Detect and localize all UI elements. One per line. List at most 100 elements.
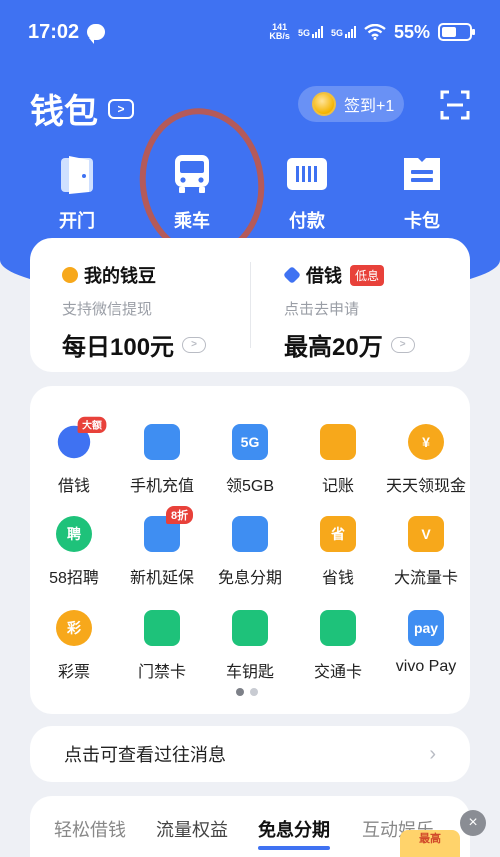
network-speed: 141 KB/s [269, 23, 290, 41]
battery-icon [438, 23, 475, 41]
promo-badge: 大额 [77, 416, 107, 433]
loan-title: 借钱 [306, 266, 342, 286]
scan-icon[interactable] [440, 90, 470, 120]
icon-glyph: V [421, 526, 431, 542]
service-label: 借钱 [57, 478, 90, 495]
quick-action-label: 开门 [59, 211, 95, 231]
tab-easy-loan[interactable]: 轻松借钱 [54, 816, 126, 842]
divider [250, 262, 251, 348]
quick-action-label: 卡包 [404, 211, 440, 231]
low-interest-badge: 低息 [350, 264, 385, 286]
door-icon [61, 156, 93, 194]
loan-value: 最高20万 [284, 334, 383, 361]
promo-text: 最高 [419, 833, 441, 845]
beans-value: 每日100元 [62, 334, 175, 361]
status-bar: 17:02 141 KB/s 5G 5G 55% [0, 0, 500, 64]
service-label: 新机延保 [129, 570, 194, 587]
icon-glyph: 彩 [67, 620, 81, 636]
services-grid: 大额 借钱 手机充值 5G 领5GB 记账 ¥ 天天领现金聘 58招聘 8折 新机延保 免息分期省省钱… [30, 386, 470, 714]
service-label: 省钱 [321, 570, 354, 587]
service-label: 58招聘 [49, 570, 99, 587]
balance-card: 我的钱豆 支持微信提现 每日100元 > 借钱 低息 点击去申请 最高20万 > [30, 238, 470, 372]
battery-percent: 55% [393, 21, 430, 42]
service-item[interactable]: 大额借钱 [30, 416, 118, 496]
service-item[interactable]: 5G 领5GB [206, 424, 294, 496]
service-label: 车钥匙 [225, 664, 274, 681]
wifi-icon [364, 24, 386, 40]
tab-data-benefits[interactable]: 流量权益 [156, 816, 228, 842]
service-label: 天天领现金 [385, 478, 466, 495]
signin-button[interactable]: 签到+1 [298, 86, 404, 122]
vivo-pay-icon: pay [408, 610, 444, 646]
signal-sim2-icon: 5G [331, 26, 356, 38]
net-speed-unit: KB/s [269, 31, 290, 41]
message-history-bar[interactable]: 点击可查看过往消息 › [30, 726, 470, 782]
loan-icon: 大额 [57, 416, 107, 459]
loan-section[interactable]: 借钱 低息 点击去申请 最高20万 > [282, 262, 415, 362]
signin-label: 签到+1 [344, 98, 395, 115]
service-item[interactable]: V 大流量卡 [382, 516, 470, 588]
service-label: 手机充值 [129, 478, 194, 495]
service-label: vivo Pay [395, 658, 457, 675]
chevron-right-icon: > [390, 336, 415, 353]
lottery-icon: 彩 [56, 610, 92, 646]
service-item[interactable]: pay vivo Pay [382, 610, 470, 676]
close-icon[interactable]: × [460, 810, 486, 836]
service-label: 大流量卡 [393, 570, 458, 587]
loan-subtitle: 点击去申请 [284, 301, 360, 318]
quick-action-label: 付款 [289, 211, 325, 231]
message-notification-icon [87, 24, 106, 44]
clock: 17:02 [28, 20, 80, 43]
page-title: 钱包 [30, 93, 98, 131]
card-wallet-icon [404, 158, 440, 190]
service-item[interactable]: ¥ 天天领现金 [382, 424, 470, 496]
icon-glyph: 聘 [67, 526, 81, 542]
access-card-icon [144, 610, 180, 646]
notebook-icon [320, 424, 356, 460]
service-item[interactable]: 交通卡 [294, 610, 382, 682]
wallet-title[interactable]: 钱包 > [30, 84, 134, 133]
5g-icon: 5G [232, 424, 268, 460]
service-item[interactable]: 记账 [294, 424, 382, 496]
service-label: 免息分期 [217, 570, 282, 587]
chevron-right-icon: › [429, 742, 436, 765]
signal-sim1-icon: 5G [298, 26, 323, 38]
service-item[interactable]: 门禁卡 [118, 610, 206, 682]
promo-floating-badge[interactable]: 最高 [400, 830, 460, 857]
beans-section[interactable]: 我的钱豆 支持微信提现 每日100元 > [62, 262, 207, 362]
phone-icon [144, 424, 180, 460]
bean-icon [62, 267, 78, 283]
service-item[interactable]: 手机充值 [118, 424, 206, 496]
money-bag-icon: 省 [320, 516, 356, 552]
barcode-icon [287, 158, 327, 190]
coin-icon [312, 92, 336, 116]
icon-glyph: pay [413, 620, 439, 636]
icon-glyph: 5G [240, 434, 260, 450]
job-icon: 聘 [56, 516, 92, 552]
quick-action-card-wallet[interactable]: 卡包 [387, 152, 457, 233]
service-item[interactable]: 免息分期 [206, 516, 294, 588]
beans-subtitle: 支持微信提现 [62, 301, 153, 318]
service-item[interactable]: 彩彩票 [30, 610, 118, 682]
sim1-label: 5G [297, 28, 310, 38]
yen-coin-icon: ¥ [408, 424, 444, 460]
sim-card-icon: V [408, 516, 444, 552]
message-history-text: 点击可查看过往消息 [64, 745, 226, 765]
quick-action-pay[interactable]: 付款 [272, 152, 342, 233]
service-label: 领5GB [225, 478, 275, 495]
car-key-icon [232, 610, 268, 646]
chevron-right-icon: > [108, 98, 134, 119]
service-item[interactable]: 聘 58招聘 [30, 516, 118, 588]
page-indicator [236, 688, 258, 696]
promo-badge: 8折 [166, 506, 194, 524]
service-item[interactable]: 省省钱 [294, 516, 382, 588]
service-item[interactable]: 8折新机延保 [118, 506, 206, 588]
tab-interest-free[interactable]: 免息分期 [258, 816, 330, 850]
service-item[interactable]: 车钥匙 [206, 610, 294, 682]
beans-title: 我的钱豆 [84, 266, 156, 286]
phone-clock-icon [232, 516, 268, 552]
transit-card-icon [320, 610, 356, 646]
quick-action-open-door[interactable]: 开门 [42, 152, 112, 233]
icon-glyph: ¥ [422, 434, 430, 450]
icon-glyph: 省 [331, 526, 345, 542]
